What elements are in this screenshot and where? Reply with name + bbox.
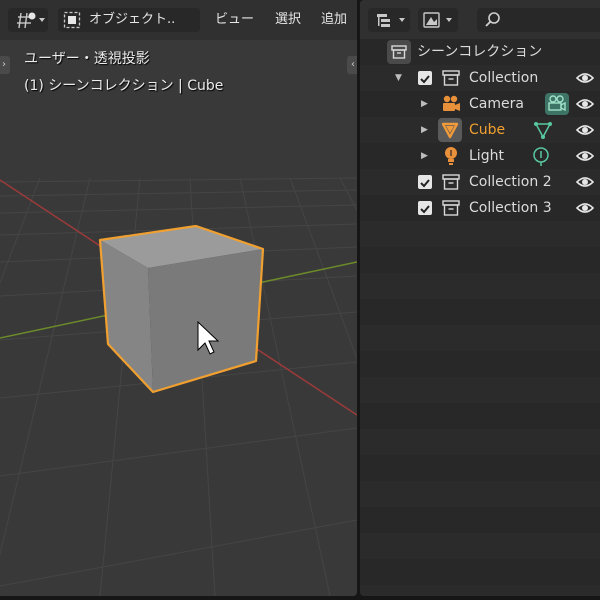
outliner-empty-row [360,325,600,351]
eye-icon[interactable] [576,174,594,190]
collection-icon [442,174,460,190]
light-icon [445,147,457,165]
expand-arrow-icon[interactable]: ▶ [421,117,428,143]
expand-arrow-icon[interactable]: ▼ [395,65,402,91]
sidebar-expand-arrow[interactable]: ‹ [347,56,357,74]
search-icon [485,12,500,27]
editor-type-icon [17,12,45,29]
menu-add-label: 追加 [321,12,348,27]
viewport-header: オブジェクト.. ビュー 選択 追加 [0,0,357,40]
collection-icon [442,200,460,216]
menu-select[interactable]: 選択 [267,8,310,32]
eye-icon[interactable] [576,70,594,86]
outliner-empty-row [360,351,600,377]
outliner-row-collection-2[interactable]: Collection 2 [360,169,600,195]
display-mode-icon [423,12,452,28]
row-label: Collection 3 [469,200,552,216]
outliner-row-camera[interactable]: ▶ Camera [360,91,600,117]
outliner-editor-type-selector[interactable] [368,8,410,32]
outliner-empty-row [360,403,600,429]
outliner-empty-row [360,533,600,559]
outliner-empty-row [360,247,600,273]
outliner-empty-row [360,299,600,325]
outliner-empty-row [360,559,600,585]
collection-icon [442,70,460,86]
outliner-empty-row [360,507,600,533]
menu-add[interactable]: 追加 [313,8,356,32]
row-label: Collection 2 [469,174,552,190]
editor-type-selector[interactable] [8,8,48,32]
object-mode-icon [63,11,81,29]
outliner-header [360,0,600,40]
3d-viewport[interactable]: オブジェクト.. ビュー 選択 追加 ユーザー・透視投影 (1) シーンコレクシ… [0,0,357,596]
mode-label: オブジェクト.. [89,12,176,27]
eye-icon[interactable] [576,148,594,164]
outliner-row-collection-3[interactable]: Collection 3 [360,195,600,221]
row-label: Collection [469,70,539,86]
active-object-text: (1) シーンコレクション | Cube [24,78,224,94]
outliner-row-collection[interactable]: ▼ Collection [360,65,600,91]
checkbox-icon[interactable] [418,71,432,85]
outliner-empty-row [360,221,600,247]
mode-selector[interactable]: オブジェクト.. [58,8,200,32]
scene-collection-label: シーンコレクション [417,44,543,60]
menu-select-label: 選択 [275,12,302,27]
menu-view-label: ビュー [215,12,255,27]
eye-icon[interactable] [576,96,594,112]
outliner-editor[interactable]: シーンコレクション ▼ Collection ▶ Camera ▶ Cube ▶… [360,0,600,596]
mesh-data-icon[interactable] [532,119,554,141]
menu-view[interactable]: ビュー [207,8,263,32]
cube-object [98,224,265,394]
outliner-row-light[interactable]: ▶ Light [360,143,600,169]
scene-collection-row[interactable]: シーンコレクション [360,39,600,65]
expand-arrow-icon[interactable]: ▶ [421,91,428,117]
light-data-icon[interactable] [531,145,551,167]
camera-icon [443,95,460,111]
outliner-row-cube[interactable]: ▶ Cube [360,117,600,143]
outliner-empty-row [360,481,600,507]
expand-arrow-icon[interactable]: ▶ [421,143,428,169]
outliner-empty-row [360,377,600,403]
row-label-selected: Cube [469,122,506,138]
toolbar-expand-arrow[interactable]: › [0,56,10,74]
mesh-icon [438,118,462,142]
outliner-editor-icon [377,14,405,27]
outliner-search-input[interactable] [477,8,600,32]
checkbox-icon[interactable] [418,175,432,189]
camera-data-icon[interactable] [545,93,569,115]
outliner-empty-row [360,429,600,455]
outliner-empty-row [360,455,600,481]
scene-collection-icon [387,40,411,64]
view-name-text: ユーザー・透視投影 [24,51,150,67]
display-mode-selector[interactable] [418,8,458,32]
outliner-empty-row [360,273,600,299]
row-label: Camera [469,96,524,112]
eye-icon[interactable] [576,200,594,216]
row-label: Light [469,148,504,164]
outliner-empty-row [360,585,600,596]
eye-icon[interactable] [576,122,594,138]
checkbox-icon[interactable] [418,201,432,215]
